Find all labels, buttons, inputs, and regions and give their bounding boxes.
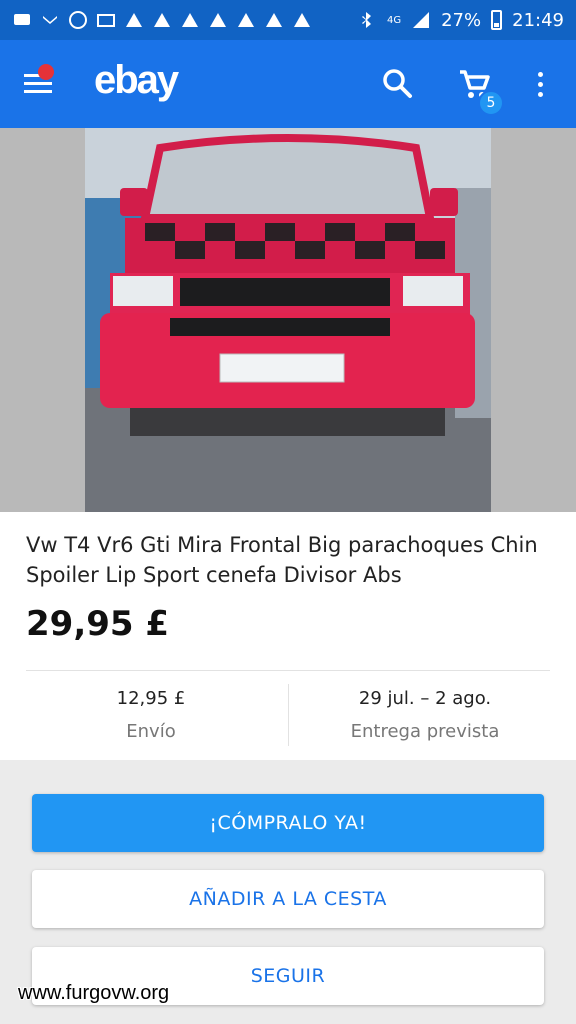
mail-icon	[96, 10, 116, 30]
listing-price: 29,95 £	[26, 604, 170, 644]
drive-icon	[124, 10, 144, 30]
drive-icon	[264, 10, 284, 30]
status-bar: 4G 27% 21:49	[0, 0, 576, 40]
vertical-divider	[288, 684, 289, 746]
shipping-info: 12,95 £ Envío	[20, 688, 282, 742]
notification-icons	[12, 10, 312, 30]
drive-icon	[180, 10, 200, 30]
delivery-label: Entrega prevista	[350, 721, 500, 742]
shipping-label: Envío	[126, 721, 176, 742]
whatsapp-icon	[68, 10, 88, 30]
ebay-logo[interactable]: ebay	[94, 58, 179, 103]
system-icons: 4G 27% 21:49	[357, 10, 564, 31]
drive-icon	[208, 10, 228, 30]
listing-title: Vw T4 Vr6 Gti Mira Frontal Big parachoqu…	[26, 533, 538, 587]
message-icon	[12, 10, 32, 30]
battery-percent: 27%	[441, 9, 482, 31]
battery-icon	[491, 10, 503, 30]
clock: 21:49	[512, 9, 564, 31]
drive-icon	[292, 10, 312, 30]
add-to-cart-button[interactable]: AÑADIR A LA CESTA	[32, 870, 544, 928]
delivery-info: 29 jul. – 2 ago. Entrega prevista	[294, 688, 556, 742]
drive-icon	[236, 10, 256, 30]
signal-icon	[411, 10, 431, 30]
more-vert-icon[interactable]	[528, 64, 552, 104]
divider	[26, 670, 550, 671]
delivery-dates: 29 jul. – 2 ago.	[358, 688, 492, 709]
watermark: www.furgovw.org	[18, 982, 170, 1004]
product-image-area	[0, 128, 576, 512]
notification-dot	[38, 64, 54, 80]
cart-count-badge: 5	[478, 90, 504, 116]
van-illustration	[85, 128, 491, 512]
bluetooth-icon	[357, 10, 377, 30]
drive-icon	[152, 10, 172, 30]
listing-info: Vw T4 Vr6 Gti Mira Frontal Big parachoqu…	[0, 512, 576, 760]
app-bar: ebay 5	[0, 40, 576, 128]
missed-call-icon	[40, 10, 60, 30]
buy-now-button[interactable]: ¡CÓMPRALO YA!	[32, 794, 544, 852]
product-image[interactable]	[85, 128, 491, 512]
search-icon[interactable]	[378, 64, 418, 104]
shipping-cost: 12,95 £	[116, 688, 186, 709]
network-type: 4G	[386, 14, 402, 26]
